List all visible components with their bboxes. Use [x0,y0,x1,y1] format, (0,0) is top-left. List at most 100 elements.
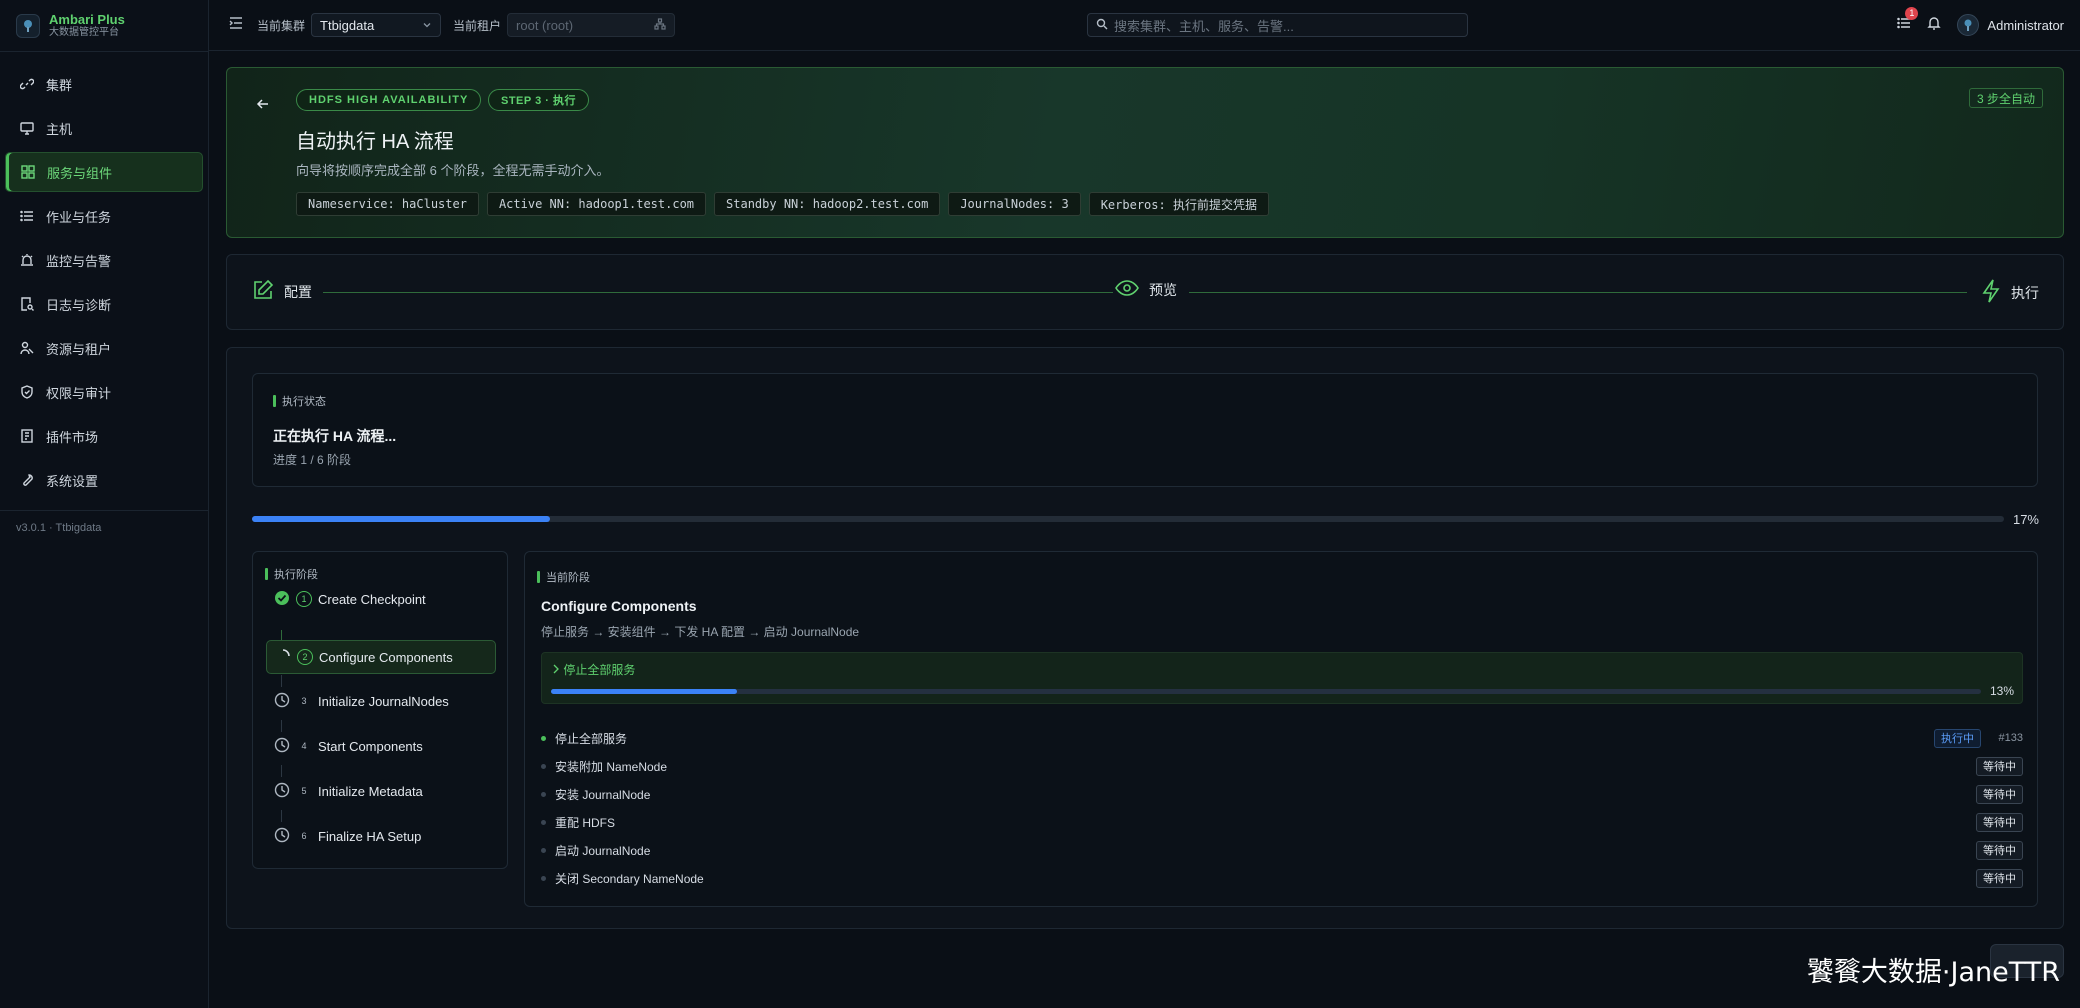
subtask-progress-fill [551,689,737,694]
page-title: 自动执行 HA 流程 [296,131,454,153]
task-label: 安装附加 NameNode [555,759,668,774]
status-dot [541,875,546,881]
list-icon [20,209,34,223]
tenant-select[interactable]: root (root) [507,13,676,37]
task-row[interactable]: 重配 HDFS 等待中 [541,812,2023,832]
notification-badge: 1 [1905,6,1919,20]
subtask-progress-bar [551,689,1981,694]
status-dot [541,847,546,853]
global-search[interactable]: 搜索集群、主机、服务、告警... [1087,13,1468,37]
link-icon [20,77,34,91]
phase-item-3[interactable]: 3 Initialize JournalNodes [266,684,496,718]
current-phase-title: Configure Components [541,598,697,614]
phase-label: Create Checkpoint [318,591,426,607]
phase-number: 1 [296,591,312,607]
check-circle-icon [274,590,290,609]
subtask-progress-box[interactable]: 停止全部服务 13% [541,652,2023,704]
phase-label: Initialize Metadata [318,783,423,799]
avatar[interactable] [1957,14,1980,36]
grid-icon [21,165,35,179]
phase-item-1[interactable]: 1 Create Checkpoint [266,582,496,616]
task-list-button[interactable]: 1 [1897,6,1919,35]
sidebar-item-jobs[interactable]: 作业与任务 [5,196,203,236]
cluster-label: 当前集群 [257,18,306,33]
subtask-progress-percent: 13% [1989,684,2014,698]
task-row[interactable]: 停止全部服务 执行中 #133 [541,728,2023,748]
topbar-actions: 1 Administrator [1897,6,2064,36]
chip-kerberos: Kerberos: 执行前提交凭据 [1088,192,1269,216]
config-chips: Nameservice: haCluster Active NN: hadoop… [296,192,1269,216]
subtask-header[interactable]: 停止全部服务 [552,661,635,678]
bell-icon[interactable] [1927,16,1942,35]
wizard-hero: HDFS HIGH AVAILABILITY STEP 3 · 执行 3 步全自… [226,67,2064,238]
back-arrow-icon[interactable] [255,96,271,117]
chip-standby-nn: Standby NN: hadoop2.test.com [714,192,941,216]
sidebar-item-hosts[interactable]: 主机 [5,108,203,148]
eye-icon [1115,279,1139,300]
phase-number: 3 [301,696,307,706]
sidebar-item-resources[interactable]: 资源与租户 [5,328,203,368]
search-input[interactable]: 搜索集群、主机、服务、告警... [1114,16,1294,35]
section-label: 执行状态 [273,393,326,409]
step-configure[interactable]: 配置 [252,279,312,304]
sidebar-item-services[interactable]: 服务与组件 [5,152,203,192]
document-search-icon [20,297,34,311]
phase-label: Finalize HA Setup [318,828,422,844]
phase-label: Initialize JournalNodes [318,693,449,709]
execution-status-card: 执行状态 正在执行 HA 流程... 进度 1 / 6 阶段 [252,373,2038,487]
status-badge-running: 执行中 [1934,728,1981,748]
brand[interactable]: Ambari Plus 大数据管控平台 [0,0,208,52]
phase-item-2[interactable]: 2 Configure Components [266,640,496,674]
tenant-placeholder: root (root) [516,17,574,33]
phase-item-6[interactable]: 6 Finalize HA Setup [266,819,496,853]
status-dot [541,791,546,797]
page-description: 向导将按顺序完成全部 6 个阶段，全程无需手动介入。 [296,163,610,178]
sidebar: Ambari Plus 大数据管控平台 集群 主机 服务与组件 作业与任务 监控… [0,0,209,1008]
tenant-tree-icon [654,17,666,33]
sidebar-item-label: 插件市场 [46,429,99,445]
task-id[interactable]: #133 [1999,732,2023,744]
brand-logo-icon [16,13,40,38]
sidebar-item-monitoring[interactable]: 监控与告警 [5,240,203,280]
phase-item-5[interactable]: 5 Initialize Metadata [266,774,496,808]
status-badge-waiting: 等待中 [1976,784,2023,804]
chip-nameservice: Nameservice: haCluster [296,192,479,216]
menu-toggle-icon[interactable] [229,16,245,35]
search-icon [1096,18,1108,33]
task-row[interactable]: 安装 JournalNode 等待中 [541,784,2023,804]
status-badge-waiting: 等待中 [1976,840,2023,860]
lightning-icon [1981,279,2001,306]
sidebar-item-label: 作业与任务 [46,209,112,225]
alarm-icon [20,253,34,267]
brand-title: Ambari Plus [49,11,125,27]
sidebar-item-plugins[interactable]: 插件市场 [5,416,203,456]
sidebar-item-permissions[interactable]: 权限与审计 [5,372,203,412]
sidebar-item-label: 资源与租户 [46,341,112,357]
task-label: 重配 HDFS [555,815,616,830]
step-execute[interactable]: 执行 [1981,279,2039,306]
current-phase-flow: 停止服务 → 安装组件 → 下发 HA 配置 → 启动 JournalNode [541,625,860,639]
sidebar-item-label: 权限与审计 [46,385,112,401]
wizard-steps: 配置 预览 执行 [226,254,2064,330]
task-row[interactable]: 启动 JournalNode 等待中 [541,840,2023,860]
subtask-name: 停止全部服务 [563,663,636,677]
phase-number: 5 [301,786,307,796]
phase-list: 执行阶段 1 Create Checkpoint 2 Configure Com… [252,551,508,869]
monitor-icon [20,121,34,135]
sidebar-item-settings[interactable]: 系统设置 [5,460,203,500]
phase-item-4[interactable]: 4 Start Components [266,729,496,763]
sidebar-nav: 集群 主机 服务与组件 作业与任务 监控与告警 日志与诊断 资源与租户 权限与审… [0,52,208,500]
step-label: 执行 [2011,284,2039,301]
task-row[interactable]: 关闭 Secondary NameNode 等待中 [541,868,2023,888]
task-label: 启动 JournalNode [555,843,651,858]
clock-icon [274,737,290,756]
users-icon [20,341,34,355]
step-preview[interactable]: 预览 [1115,279,1177,300]
user-name[interactable]: Administrator [1987,18,2064,33]
task-row[interactable]: 安装附加 NameNode 等待中 [541,756,2023,776]
sidebar-item-logs[interactable]: 日志与诊断 [5,284,203,324]
cluster-select[interactable]: Ttbigdata [311,13,442,37]
status-title: 正在执行 HA 流程... [273,428,397,444]
clock-icon [274,827,290,846]
sidebar-item-cluster[interactable]: 集群 [5,64,203,104]
